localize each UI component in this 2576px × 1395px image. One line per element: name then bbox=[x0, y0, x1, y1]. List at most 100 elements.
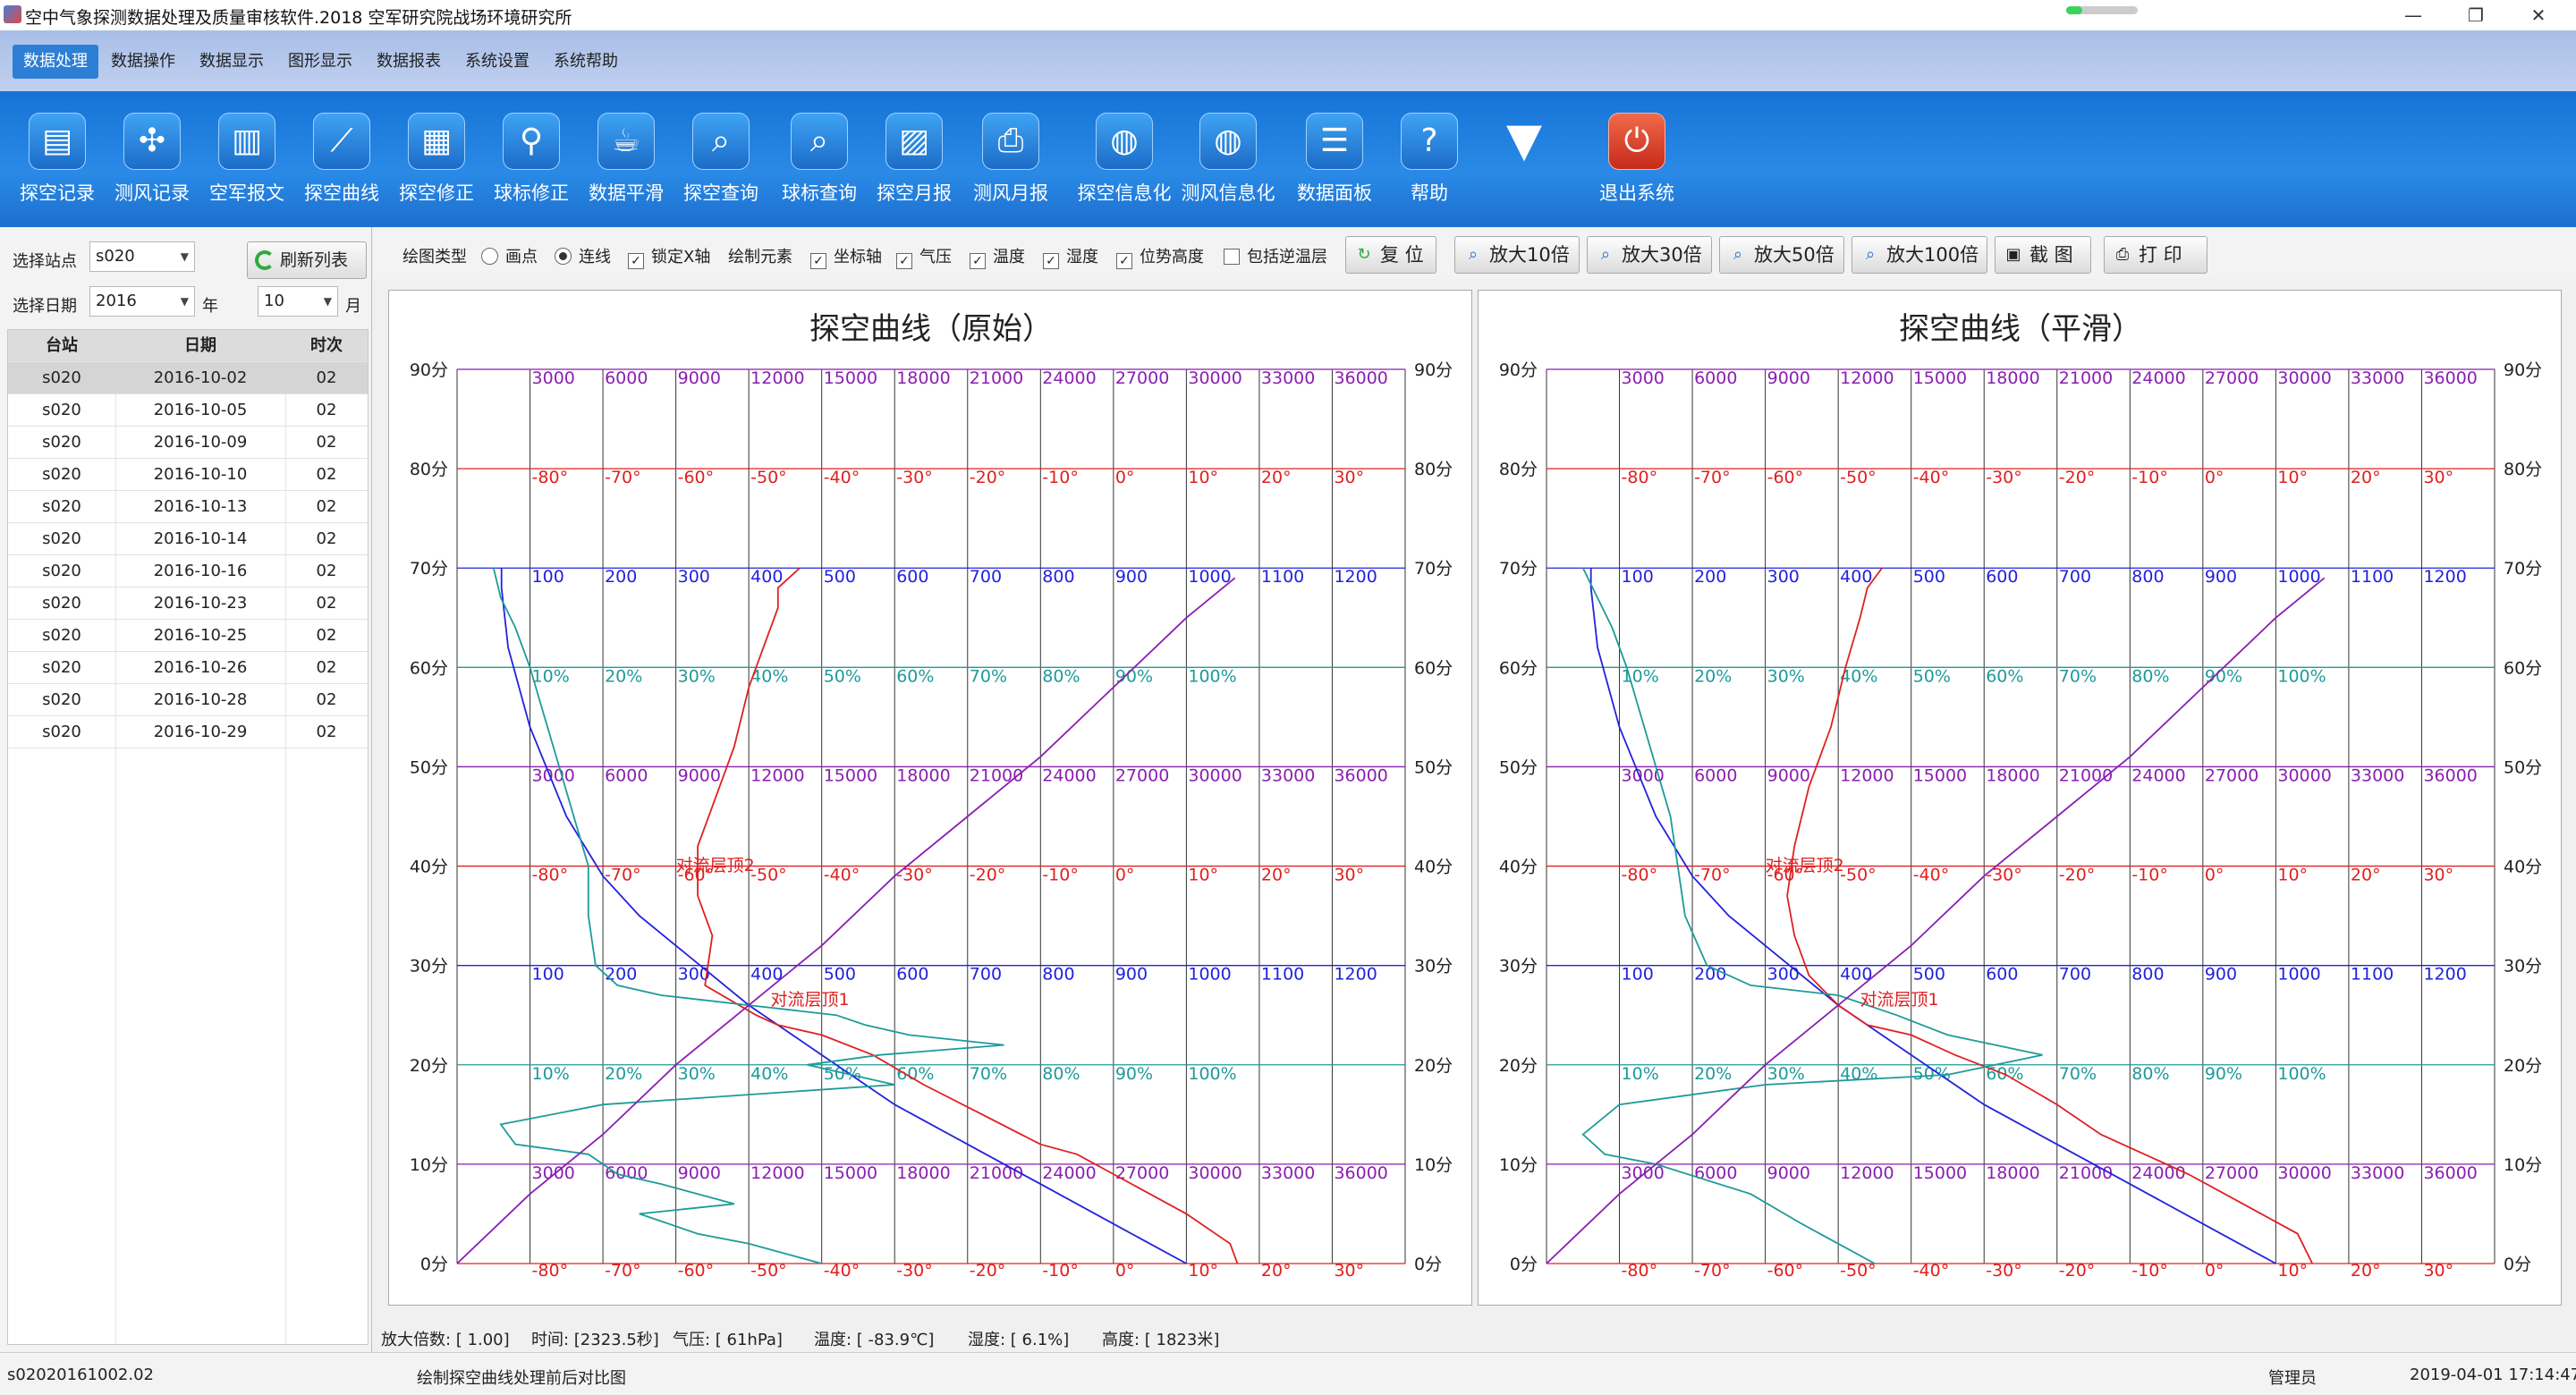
humidity-tick-label: 70% bbox=[970, 666, 1007, 686]
tool-sounding-record[interactable]: ▤ 探空记录 bbox=[7, 107, 107, 224]
screenshot-button[interactable]: ▣ 截 图 bbox=[1995, 236, 2091, 274]
height-tick-label: 6000 bbox=[1694, 368, 1737, 388]
tool-data-smooth[interactable]: ☕ 数据平滑 bbox=[576, 107, 676, 224]
month-select[interactable]: 10 ▼ bbox=[258, 286, 338, 317]
restore-button[interactable]: ❐ bbox=[2440, 0, 2512, 30]
checkbox-geo-height[interactable]: ✓ 位势高度 bbox=[1116, 244, 1204, 269]
height-tick-label: 33000 bbox=[2351, 1163, 2404, 1183]
table-row[interactable]: s020 2016-10-16 02 bbox=[8, 555, 368, 588]
height-tick-label: 21000 bbox=[970, 1163, 1023, 1183]
temperature-tick-label: -70° bbox=[1694, 1261, 1731, 1281]
zoom-100-button[interactable]: ⌕ 放大100倍 bbox=[1852, 236, 1987, 274]
pressure-tick-label: 200 bbox=[605, 567, 637, 587]
menu-system-settings[interactable]: 系统设置 bbox=[454, 45, 540, 79]
tool-sounding-info[interactable]: ◍ 探空信息化 bbox=[1066, 107, 1182, 224]
pressure-tick-label: 500 bbox=[1913, 567, 1945, 587]
height-tick-label: 18000 bbox=[896, 368, 950, 388]
tool-wind-info[interactable]: ◍ 测风信息化 bbox=[1170, 107, 1286, 224]
zoom-10-button[interactable]: ⌕ 放大10倍 bbox=[1454, 236, 1580, 274]
table-row[interactable]: s020 2016-10-13 02 bbox=[8, 491, 368, 523]
table-row[interactable]: s020 2016-10-28 02 bbox=[8, 684, 368, 716]
menu-data-display[interactable]: 数据显示 bbox=[189, 45, 275, 79]
checkbox-humidity[interactable]: ✓ 湿度 bbox=[1043, 244, 1098, 269]
tool-sounding-fix[interactable]: ▦ 探空修正 bbox=[386, 107, 487, 224]
print-button[interactable]: ⎙ 打 印 bbox=[2104, 236, 2207, 274]
temperature-tick-label: -40° bbox=[1913, 1261, 1950, 1281]
pressure-tick-label: 700 bbox=[2059, 965, 2091, 985]
temperature-tick-label: 10° bbox=[1188, 866, 1218, 885]
table-row[interactable]: s020 2016-10-05 02 bbox=[8, 394, 368, 427]
table-row[interactable]: s020 2016-10-02 02 bbox=[8, 362, 368, 394]
height-tick-label: 30000 bbox=[1188, 368, 1241, 388]
height-tick-label: 12000 bbox=[750, 765, 804, 785]
temperature-tick-label: 0° bbox=[1115, 468, 1135, 487]
report-chart-icon: ▨ bbox=[886, 113, 943, 170]
humidity-tick-label: 20% bbox=[605, 1064, 642, 1084]
balloon-pin-icon: ⚲ bbox=[503, 113, 560, 170]
tool-more-dropdown[interactable]: ▼ bbox=[1474, 107, 1574, 224]
tool-balloon-fix[interactable]: ⚲ 球标修正 bbox=[481, 107, 581, 224]
tool-sounding-curve[interactable]: ⟋ 探空曲线 bbox=[292, 107, 392, 224]
radio-point[interactable]: 画点 bbox=[481, 244, 538, 267]
pressure-tick-label: 600 bbox=[1986, 567, 2018, 587]
title-bar: 空中气象探测数据处理及质量审核软件.2018 空军研究院战场环境研究所 — ❐ … bbox=[0, 0, 2576, 30]
menu-data-operation[interactable]: 数据操作 bbox=[100, 45, 186, 79]
chevron-down-icon: ▼ bbox=[180, 250, 189, 263]
pressure-tick-label: 1000 bbox=[1188, 567, 1231, 587]
table-row[interactable]: s020 2016-10-29 02 bbox=[8, 716, 368, 748]
year-select[interactable]: 2016 ▼ bbox=[89, 286, 195, 317]
pressure-tick-label: 1100 bbox=[1261, 965, 1304, 985]
y-tick-label: 0分 bbox=[1510, 1255, 1538, 1274]
radio-line[interactable]: 连线 bbox=[555, 244, 611, 267]
temperature-tick-label: -30° bbox=[896, 866, 933, 885]
checkbox-inversion[interactable]: 包括逆温层 bbox=[1224, 244, 1327, 267]
table-row[interactable]: s020 2016-10-14 02 bbox=[8, 523, 368, 555]
pressure-tick-label: 200 bbox=[1694, 567, 1726, 587]
tool-wind-record[interactable]: ✣ 测风记录 bbox=[102, 107, 202, 224]
checkbox-axis[interactable]: ✓ 坐标轴 bbox=[810, 244, 882, 269]
height-tick-label: 30000 bbox=[2277, 1163, 2331, 1183]
tool-data-panel[interactable]: ☰ 数据面板 bbox=[1284, 107, 1385, 224]
tool-sounding-monthly[interactable]: ▨ 探空月报 bbox=[864, 107, 964, 224]
table-row[interactable]: s020 2016-10-23 02 bbox=[8, 588, 368, 620]
table-row[interactable]: s020 2016-10-10 02 bbox=[8, 459, 368, 491]
zoom-30-button[interactable]: ⌕ 放大30倍 bbox=[1587, 236, 1712, 274]
close-button[interactable]: ✕ bbox=[2503, 0, 2574, 30]
checkbox-temperature[interactable]: ✓ 温度 bbox=[970, 244, 1025, 269]
table-row[interactable]: s020 2016-10-09 02 bbox=[8, 427, 368, 459]
refresh-list-button[interactable]: 刷新列表 bbox=[247, 241, 367, 279]
pressure-tick-label: 1200 bbox=[2423, 965, 2466, 985]
menu-data-processing[interactable]: 数据处理 bbox=[13, 45, 98, 79]
balloon-search-icon: ⌕ bbox=[791, 113, 848, 170]
pressure-tick-label: 1100 bbox=[2351, 567, 2394, 587]
checkbox-pressure[interactable]: ✓ 气压 bbox=[896, 244, 952, 269]
table-row[interactable]: s020 2016-10-25 02 bbox=[8, 620, 368, 652]
y-tick-label: 80分 bbox=[1499, 460, 1538, 479]
zoom-50-button[interactable]: ⌕ 放大50倍 bbox=[1719, 236, 1844, 274]
temperature-tick-label: -60° bbox=[1767, 468, 1804, 487]
reset-button[interactable]: ↻ 复 位 bbox=[1345, 236, 1436, 274]
menu-system-help[interactable]: 系统帮助 bbox=[543, 45, 629, 79]
checkbox-lock-x[interactable]: ✓ 锁定X轴 bbox=[628, 244, 710, 269]
tool-sounding-query[interactable]: ⌕ 探空查询 bbox=[671, 107, 771, 224]
height-tick-label: 21000 bbox=[2059, 765, 2113, 785]
menu-graph-display[interactable]: 图形显示 bbox=[277, 45, 363, 79]
y-tick-label: 0分 bbox=[420, 1255, 448, 1274]
tool-exit[interactable]: ⏻ 退出系统 bbox=[1587, 107, 1687, 224]
tool-wind-monthly[interactable]: ⎙ 测风月报 bbox=[961, 107, 1061, 224]
station-select[interactable]: s020 ▼ bbox=[89, 241, 195, 272]
y-tick-label: 60分 bbox=[1414, 658, 1453, 678]
minimize-button[interactable]: — bbox=[2377, 0, 2449, 30]
tool-af-message[interactable]: ▥ 空军报文 bbox=[197, 107, 297, 224]
menu-data-report[interactable]: 数据报表 bbox=[366, 45, 452, 79]
table-row[interactable]: s020 2016-10-26 02 bbox=[8, 652, 368, 684]
humidity-tick-label: 80% bbox=[1042, 666, 1080, 686]
temperature-tick-label: -10° bbox=[2131, 1261, 2168, 1281]
tool-balloon-query[interactable]: ⌕ 球标查询 bbox=[769, 107, 869, 224]
humidity-tick-label: 80% bbox=[2131, 1064, 2169, 1084]
humidity-tick-label: 30% bbox=[1767, 666, 1805, 686]
cloud-search-icon: ⌕ bbox=[692, 113, 750, 170]
pressure-tick-label: 300 bbox=[678, 567, 710, 587]
tool-help[interactable]: ? 帮助 bbox=[1379, 107, 1479, 224]
temperature-tick-label: -30° bbox=[1986, 468, 2022, 487]
